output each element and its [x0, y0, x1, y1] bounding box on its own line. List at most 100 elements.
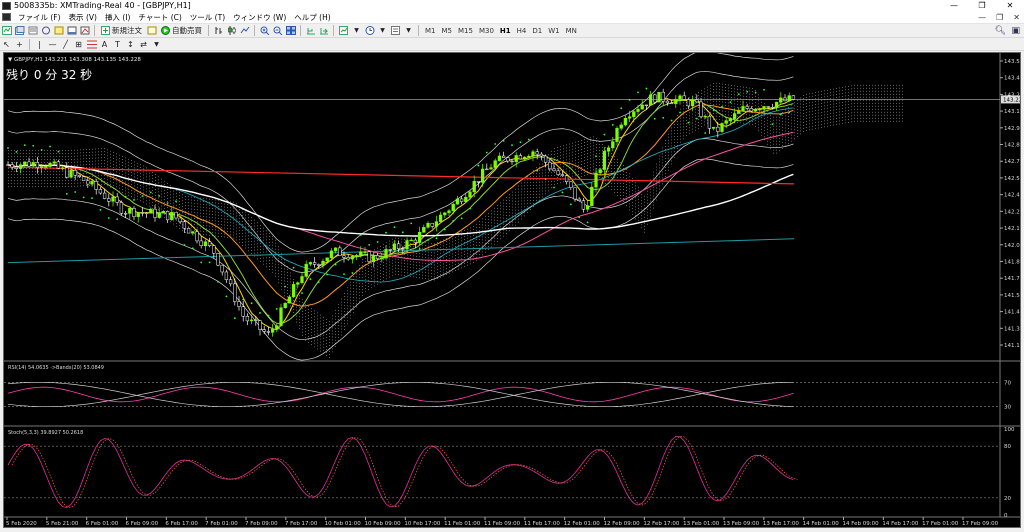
menu-file[interactable]: ファイル (F) — [14, 11, 65, 24]
channel-icon[interactable]: ⊞ — [73, 39, 84, 50]
text-label-tool-icon[interactable]: T — [112, 39, 123, 50]
cloud-dot — [353, 282, 354, 283]
menu-help[interactable]: ヘルプ (H) — [290, 11, 334, 24]
shapes-tool-icon[interactable]: ⇄ — [138, 39, 149, 50]
timeframe-m1[interactable]: M1 — [422, 27, 439, 35]
periods-icon[interactable] — [364, 25, 375, 36]
fibonacci-icon[interactable] — [86, 39, 97, 50]
cloud-dot — [95, 154, 96, 156]
autoscroll-icon[interactable] — [318, 25, 329, 36]
cloud-dot — [293, 306, 294, 307]
community-icon[interactable]: ▣ — [1011, 26, 1020, 36]
menu-tools[interactable]: ツール (T) — [186, 11, 229, 24]
horizontal-line-icon[interactable]: — — [47, 39, 58, 50]
cloud-dot — [647, 193, 648, 195]
cloud-dot — [290, 290, 291, 292]
candlestick-icon[interactable] — [226, 25, 237, 36]
menu-insert[interactable]: 挿入 (I) — [101, 11, 134, 24]
cursor-tool-icon[interactable]: ↖ — [1, 39, 12, 50]
cloud-dot — [683, 135, 684, 137]
maximize-button[interactable]: ❐ — [968, 0, 996, 11]
indicators-dropdown-icon[interactable]: ▼ — [351, 25, 362, 36]
cloud-dot — [674, 124, 675, 126]
templates-icon[interactable] — [390, 25, 401, 36]
cloud-dot — [725, 105, 726, 106]
psar-dot — [763, 88, 765, 91]
menu-chart[interactable]: チャート (C) — [134, 11, 185, 24]
chart-restore-button[interactable]: ❐ — [996, 11, 1003, 24]
cloud-dot — [464, 263, 465, 264]
new-order-button[interactable]: 新規注文 — [99, 25, 144, 36]
cloud-dot — [251, 220, 252, 221]
minimize-button[interactable]: — — [940, 0, 968, 11]
psar-dot — [200, 261, 203, 264]
arrow-tool-icon[interactable]: ↕ — [125, 39, 136, 50]
cloud-dot — [38, 159, 39, 161]
cloud-dot — [44, 159, 45, 161]
chart-close-button[interactable]: ✕ — [1013, 11, 1020, 24]
data-window-icon[interactable] — [40, 25, 51, 36]
cloud-dot — [425, 251, 426, 253]
search-icon[interactable]: 🔍︎ — [995, 26, 1006, 36]
terminal-icon[interactable] — [66, 25, 77, 36]
text-tool-icon[interactable]: A — [99, 39, 110, 50]
chart-window-icon[interactable] — [2, 13, 11, 21]
tester-icon[interactable] — [79, 25, 90, 36]
profiles-icon[interactable] — [14, 25, 25, 36]
cloud-dot — [359, 264, 360, 266]
vertical-line-icon[interactable]: | — [34, 39, 45, 50]
cloud-dot — [662, 162, 663, 164]
timeframe-d1[interactable]: D1 — [529, 27, 545, 35]
metaeditor-icon[interactable] — [146, 25, 157, 36]
cloud-dot — [410, 254, 411, 256]
psar-dot — [595, 155, 597, 158]
trendline-icon[interactable]: ╱ — [60, 39, 71, 50]
cloud-dot — [401, 274, 402, 276]
periods-dropdown-icon[interactable]: ▼ — [377, 25, 388, 36]
timeframe-h1[interactable]: H1 — [497, 27, 514, 35]
chart-shift-icon[interactable] — [305, 25, 316, 36]
autotrading-button[interactable]: 自動売買 — [159, 25, 204, 36]
timeframe-h4[interactable]: H4 — [514, 27, 530, 35]
crosshair-tool-icon[interactable]: + — [14, 39, 25, 50]
cloud-dot — [461, 249, 462, 251]
navigator-icon[interactable] — [53, 25, 64, 36]
cloud-dot — [560, 176, 561, 178]
menu-window[interactable]: ウィンドウ (W) — [229, 11, 290, 24]
chart-window[interactable]: 143.550143.410143.270143.130142.990142.8… — [3, 52, 1021, 528]
cloud-dot — [770, 118, 771, 120]
zoom-out-icon[interactable] — [272, 25, 283, 36]
templates-dropdown-icon[interactable]: ▼ — [403, 25, 414, 36]
tile-windows-icon[interactable] — [285, 25, 296, 36]
cloud-dot — [368, 286, 369, 287]
cloud-dot — [707, 122, 708, 124]
close-button[interactable]: ✕ — [996, 0, 1024, 11]
indicators-icon[interactable] — [338, 25, 349, 36]
cloud-dot — [851, 109, 852, 111]
timeframe-w1[interactable]: W1 — [545, 27, 562, 35]
line-chart-icon[interactable] — [239, 25, 250, 36]
cloud-dot — [260, 246, 261, 247]
new-chart-icon[interactable] — [1, 25, 12, 36]
cloud-dot — [440, 240, 441, 242]
cloud-dot — [44, 156, 45, 158]
timeframe-m15[interactable]: M15 — [455, 27, 476, 35]
cloud-dot — [440, 264, 441, 266]
zoom-in-icon[interactable] — [259, 25, 270, 36]
cloud-dot — [794, 102, 795, 104]
cloud-dot — [68, 180, 69, 182]
timeframe-mn[interactable]: MN — [563, 27, 580, 35]
market-watch-icon[interactable] — [27, 25, 38, 36]
chart-minimize-button[interactable]: — — [978, 11, 986, 24]
cloud-dot — [503, 235, 504, 237]
timeframe-m30[interactable]: M30 — [476, 27, 497, 35]
timeframe-m5[interactable]: M5 — [439, 27, 456, 35]
cloud-dot — [767, 134, 768, 136]
menu-view[interactable]: 表示 (V) — [65, 11, 101, 24]
shapes-dropdown-icon[interactable]: ▼ — [151, 39, 162, 50]
bar-chart-icon[interactable] — [213, 25, 224, 36]
gbpjpy-chart[interactable]: 143.550143.410143.270143.130142.990142.8… — [4, 53, 1020, 527]
cloud-dot — [794, 114, 795, 116]
cloud-dot — [116, 186, 117, 188]
cloud-dot — [848, 91, 849, 93]
